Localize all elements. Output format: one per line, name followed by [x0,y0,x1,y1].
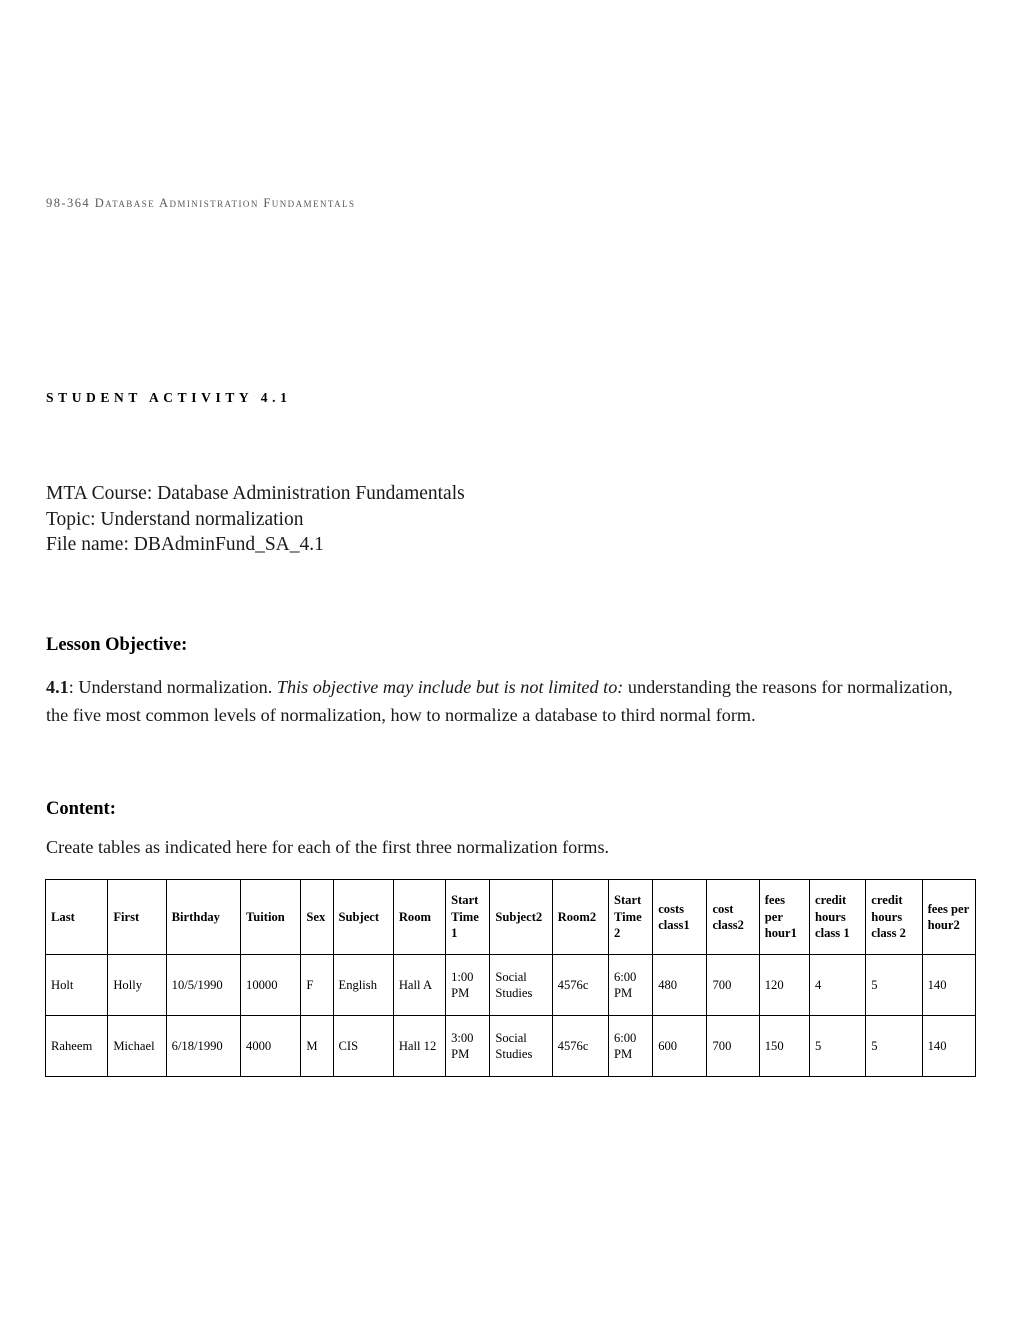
lesson-objective-heading: Lesson Objective: [46,635,188,655]
cell-credit-hours-class-1: 5 [808,1015,867,1077]
cell-tuition: 4000 [240,1015,302,1077]
column-header-first: First [107,879,167,955]
course-meta-block: MTA Course: Database Administration Fund… [46,481,465,558]
running-header: 98-364 Database Administration Fundament… [46,196,356,210]
cell-subject2: Social Studies [489,954,553,1016]
column-header-credit-hours-class-2: credit hours class 2 [865,879,923,955]
cell-fees-per-hour2: 140 [921,1015,977,1077]
meta-course: MTA Course: Database Administration Fund… [46,483,465,504]
cell-start-time-2: 6:00 PM [607,1015,654,1077]
cell-start-time-1: 3:00 PM [445,1015,491,1077]
column-header-room: Room [392,879,447,955]
objective-italic-phrase: This objective may include but is not li… [276,677,624,697]
cell-room: Hall 12 [392,1015,447,1077]
cell-costs-class1: 480 [652,954,708,1016]
cell-subject2: Social Studies [489,1015,553,1077]
column-header-tuition: Tuition [240,879,302,955]
column-header-cost-class2: cost class2 [706,879,760,955]
meta-topic: Topic: Understand normalization [46,508,304,530]
cell-credit-hours-class-2: 5 [865,954,923,1016]
student-data-table: Last First Birthday Tuition Sex Subject … [44,879,977,1077]
table-row: Raheem Michael 6/18/1990 4000 M CIS Hall… [44,1015,977,1077]
cell-room2: 4576c [551,954,609,1016]
cell-fees-per-hour1: 150 [758,1015,811,1077]
student-activity-label: STUDENT ACTIVITY 4.1 [46,390,292,405]
cell-fees-per-hour2: 140 [921,954,977,1016]
cell-room2: 4576c [551,1015,609,1077]
cell-room: Hall A [392,954,447,1016]
cell-start-time-1: 1:00 PM [445,954,491,1016]
cell-fees-per-hour1: 120 [758,954,811,1016]
cell-subject: CIS [332,1015,394,1077]
column-header-credit-hours-class-1: credit hours class 1 [808,879,867,955]
student-data-table-wrapper: Last First Birthday Tuition Sex Subject … [44,879,977,1077]
cell-last: Raheem [44,1015,109,1077]
cell-credit-hours-class-1: 4 [808,954,867,1016]
cell-last: Holt [44,954,109,1016]
column-header-start-time-2: Start Time 2 [607,879,654,955]
meta-file-name: File name: DBAdminFund_SA_4.1 [46,534,324,555]
content-heading: Content: [46,799,116,819]
objective-intro: : Understand normalization. [68,677,277,697]
content-instruction: Create tables as indicated here for each… [46,837,610,857]
column-header-fees-per-hour2: fees per hour2 [921,879,977,955]
cell-cost-class2: 700 [706,954,760,1016]
cell-birthday: 6/18/1990 [165,1015,242,1077]
cell-sex: M [300,1015,334,1077]
lesson-objective-paragraph: 4.1: Understand normalization. This obje… [46,673,976,729]
column-header-birthday: Birthday [165,879,242,955]
cell-subject: English [332,954,394,1016]
cell-first: Holly [107,954,167,1016]
document-page: 98-364 Database Administration Fundament… [0,0,1020,1320]
cell-first: Michael [107,1015,167,1077]
column-header-fees-per-hour1: fees per hour1 [758,879,811,955]
cell-credit-hours-class-2: 5 [865,1015,923,1077]
cell-birthday: 10/5/1990 [165,954,242,1016]
column-header-subject2: Subject2 [489,879,553,955]
cell-cost-class2: 700 [706,1015,760,1077]
cell-sex: F [300,954,334,1016]
column-header-costs-class1: costs class1 [652,879,708,955]
column-header-last: Last [44,879,109,955]
table-header-row: Last First Birthday Tuition Sex Subject … [44,879,977,955]
objective-number: 4.1 [46,677,69,697]
column-header-subject: Subject [332,879,394,955]
table-row: Holt Holly 10/5/1990 10000 F English Hal… [44,954,977,1016]
cell-costs-class1: 600 [652,1015,708,1077]
column-header-room2: Room2 [551,879,609,955]
column-header-sex: Sex [300,879,334,955]
cell-start-time-2: 6:00 PM [607,954,654,1016]
column-header-start-time-1: Start Time 1 [445,879,491,955]
cell-tuition: 10000 [240,954,302,1016]
